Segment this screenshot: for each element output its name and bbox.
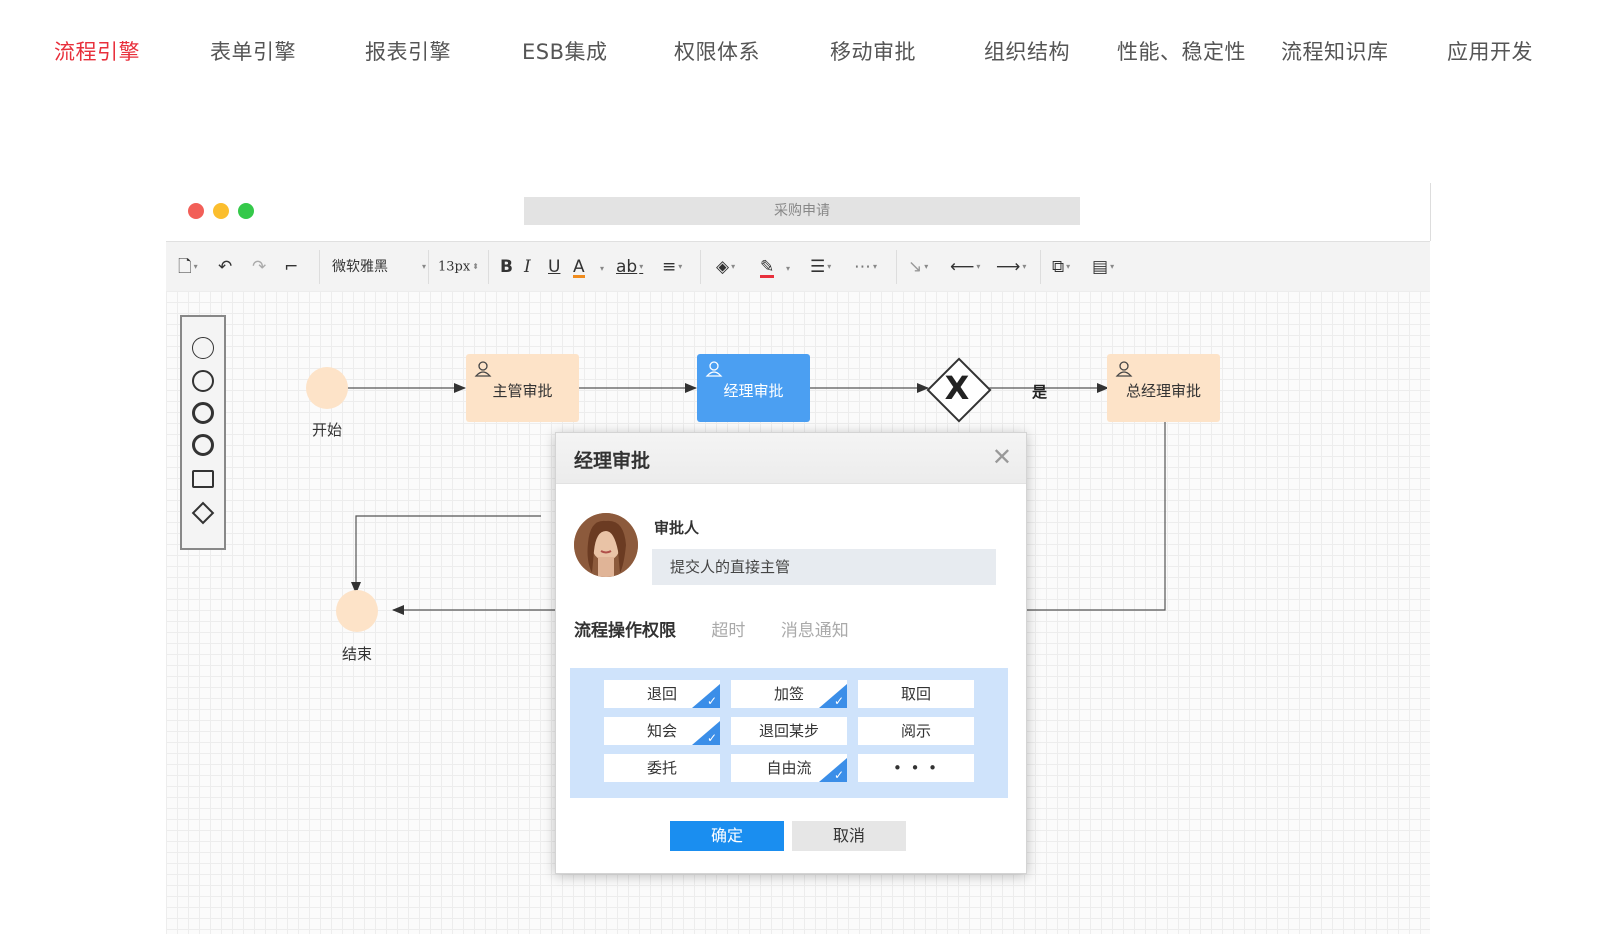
- avatar: [574, 513, 638, 577]
- minimize-window-dot[interactable]: [213, 203, 229, 219]
- task-manager-approval[interactable]: 经理审批: [697, 354, 810, 422]
- maximize-window-dot[interactable]: [238, 203, 254, 219]
- end-label: 结束: [342, 645, 373, 663]
- line-color-icon[interactable]: ✎: [760, 255, 775, 278]
- underline-button[interactable]: U: [548, 255, 560, 279]
- new-file-icon[interactable]: 🗋 ▾: [178, 255, 198, 279]
- task-gm-approval[interactable]: 总经理审批: [1107, 354, 1220, 422]
- nav-item-org-structure[interactable]: 组织结构: [984, 36, 1070, 66]
- line-weight-icon[interactable]: ☰ ▾: [810, 255, 831, 279]
- line-end-icon[interactable]: ⟶ ▾: [996, 255, 1026, 279]
- permission-return[interactable]: 退回 ✓: [604, 680, 720, 708]
- nav-item-esb[interactable]: ESB集成: [522, 36, 608, 66]
- dialog-header: 经理审批 ✕: [556, 433, 1026, 484]
- editor-toolbar: 🗋 ▾ ↶ ↷ ⌐ 微软雅黑 ▾ 13px ⬍ B I U A ▾ ab ▾ ≡ ▾ ◈ ▾…: [166, 241, 1430, 293]
- nav-item-app-dev[interactable]: 应用开发: [1447, 36, 1533, 66]
- highlight-button[interactable]: ab ▾: [616, 255, 643, 279]
- layout-icon[interactable]: ▤ ▾: [1092, 255, 1114, 279]
- window-title: 采购申请: [524, 197, 1080, 225]
- nav-item-mobile-approval[interactable]: 移动审批: [830, 36, 916, 66]
- nav-item-report-engine[interactable]: 报表引擎: [365, 36, 451, 66]
- window-titlebar: 采购申请: [166, 183, 1431, 241]
- redo-icon[interactable]: ↷: [252, 255, 266, 279]
- undo-icon[interactable]: ↶: [218, 255, 232, 279]
- permission-panel: 退回 ✓ 加签 ✓ 取回 知会 ✓ 退回某步 阅示 委托 自由流 ✓ • • •: [570, 668, 1008, 798]
- tab-timeout[interactable]: 超时: [711, 616, 745, 641]
- permission-more[interactable]: • • •: [858, 754, 974, 782]
- italic-button[interactable]: I: [524, 255, 531, 279]
- task-supervisor-approval[interactable]: 主管审批: [466, 354, 579, 422]
- format-painter-icon[interactable]: ⌐: [284, 255, 298, 279]
- approver-label: 审批人: [654, 519, 700, 537]
- end-node[interactable]: [336, 590, 378, 632]
- close-window-dot[interactable]: [188, 203, 204, 219]
- task-label: 主管审批: [492, 382, 553, 400]
- cancel-button[interactable]: 取消: [792, 821, 906, 851]
- font-size-select[interactable]: 13px ⬍: [438, 255, 479, 279]
- tab-process-permissions[interactable]: 流程操作权限: [574, 616, 676, 641]
- permission-retrieve[interactable]: 取回: [858, 680, 974, 708]
- permission-return-to-step[interactable]: 退回某步: [731, 717, 847, 745]
- fill-color-icon[interactable]: ◈ ▾: [716, 255, 735, 279]
- dialog-tabs: 流程操作权限 超时 消息通知: [574, 616, 879, 641]
- top-nav: 流程引擎 表单引擎 报表引擎 ESB集成 权限体系 移动审批 组织结构 性能、稳…: [0, 22, 1613, 78]
- task-properties-dialog: 经理审批 ✕ 审批人 提交人的直接主管 流程操作权限 超时 消息通知 退回 ✓ …: [555, 432, 1027, 874]
- user-icon: [474, 361, 492, 377]
- font-color-button[interactable]: A: [573, 255, 585, 278]
- permission-delegate[interactable]: 委托: [604, 754, 720, 782]
- arrange-icon[interactable]: ⧉ ▾: [1052, 255, 1070, 279]
- user-icon: [705, 361, 723, 377]
- permission-read-instruct[interactable]: 阅示: [858, 717, 974, 745]
- permission-notify[interactable]: 知会 ✓: [604, 717, 720, 745]
- nav-item-process-engine[interactable]: 流程引擎: [54, 36, 140, 66]
- line-start-icon[interactable]: ⟵ ▾: [950, 255, 980, 279]
- gateway-x-icon: X: [944, 369, 970, 407]
- edge-gateway-back-to-end: [351, 515, 541, 594]
- start-label: 开始: [312, 421, 343, 439]
- nav-item-knowledge-base[interactable]: 流程知识库: [1281, 36, 1389, 66]
- connector-icon[interactable]: ↘ ▾: [908, 255, 928, 279]
- task-label: 总经理审批: [1125, 382, 1201, 400]
- nav-item-form-engine[interactable]: 表单引擎: [210, 36, 296, 66]
- permission-add-signer[interactable]: 加签 ✓: [731, 680, 847, 708]
- dialog-title: 经理审批: [574, 450, 651, 472]
- user-icon: [1115, 361, 1133, 377]
- approver-field[interactable]: 提交人的直接主管: [652, 549, 996, 585]
- task-label: 经理审批: [723, 382, 784, 400]
- tab-notifications[interactable]: 消息通知: [781, 616, 849, 641]
- yes-edge-label: 是: [1032, 383, 1048, 401]
- nav-item-performance[interactable]: 性能、稳定性: [1117, 36, 1246, 66]
- align-icon[interactable]: ≡ ▾: [662, 255, 682, 279]
- start-node[interactable]: [306, 367, 348, 409]
- permission-free-flow[interactable]: 自由流 ✓: [731, 754, 847, 782]
- line-dash-icon[interactable]: ⋯ ▾: [854, 255, 877, 279]
- close-icon[interactable]: ✕: [992, 443, 1012, 471]
- font-family-select[interactable]: 微软雅黑 ▾: [332, 255, 426, 279]
- ok-button[interactable]: 确定: [670, 821, 784, 851]
- bold-button[interactable]: B: [500, 255, 513, 279]
- nav-item-permissions[interactable]: 权限体系: [674, 36, 760, 66]
